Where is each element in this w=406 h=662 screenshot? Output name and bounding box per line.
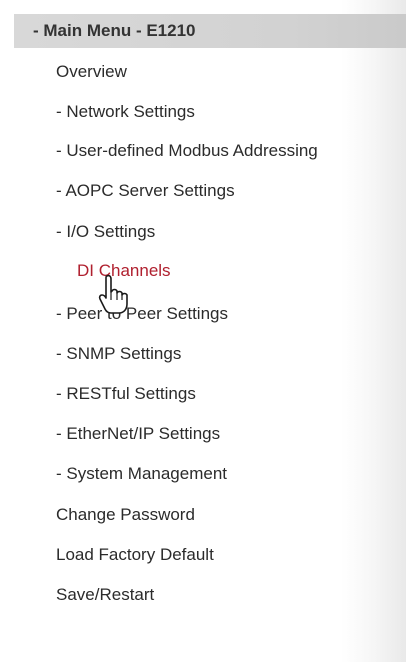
main-menu-panel: - Main Menu - E1210 Overview - Network S… <box>0 0 406 662</box>
menu-item-io-settings[interactable]: - I/O Settings <box>56 222 155 242</box>
main-menu-header-label: - Main Menu - E1210 <box>33 21 196 40</box>
menu-item-save-restart[interactable]: Save/Restart <box>56 585 154 605</box>
menu-item-ethernet-ip-settings[interactable]: - EtherNet/IP Settings <box>56 424 220 444</box>
hand-pointer-icon <box>98 274 128 314</box>
menu-item-user-defined-modbus-addressing[interactable]: - User-defined Modbus Addressing <box>56 141 318 161</box>
menu-item-network-settings[interactable]: - Network Settings <box>56 102 195 122</box>
menu-item-load-factory-default[interactable]: Load Factory Default <box>56 545 214 565</box>
menu-item-snmp-settings[interactable]: - SNMP Settings <box>56 344 181 364</box>
menu-item-peer-to-peer-settings[interactable]: - Peer to Peer Settings <box>56 304 228 324</box>
menu-item-change-password[interactable]: Change Password <box>56 505 195 525</box>
menu-item-overview[interactable]: Overview <box>56 62 127 82</box>
main-menu-header[interactable]: - Main Menu - E1210 <box>14 14 406 48</box>
menu-item-system-management[interactable]: - System Management <box>56 464 227 484</box>
menu-item-restful-settings[interactable]: - RESTful Settings <box>56 384 196 404</box>
menu-item-aopc-server-settings[interactable]: - AOPC Server Settings <box>56 181 235 201</box>
